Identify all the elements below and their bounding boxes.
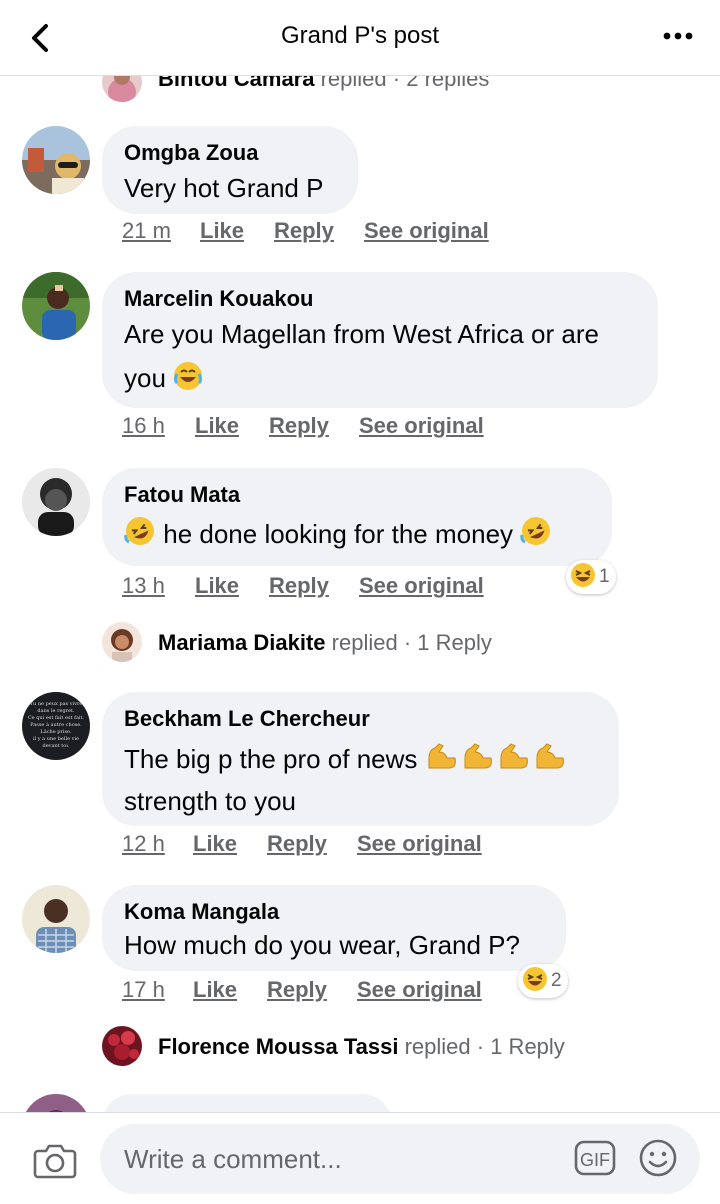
see-original-button[interactable]: See original [357,831,482,857]
commenter-name[interactable]: Marcelin Kouakou [124,286,636,312]
avatar-quote-line: Passe à autre chose. [30,721,82,728]
comment-timestamp[interactable]: 21 m [122,218,171,244]
avatar[interactable] [22,126,90,194]
comment-bubble[interactable]: Marcelin Kouakou Are you Magellan from W… [102,272,658,408]
reaction-badge[interactable]: 2 [518,964,568,998]
comment-bubble[interactable]: Beckham Le Chercheur The big p the pro o… [102,692,619,826]
reaction-badge[interactable]: 1 [566,560,616,594]
avatar-quote-line: Ce qui est fait est fait. [28,715,85,721]
comment-bubble[interactable]: Omgba Zoua Very hot Grand P [102,126,358,214]
reply-button[interactable]: Reply [269,413,329,439]
avatar-quote-line: Tu ne peux pas vivre [30,701,83,707]
like-button[interactable]: Like [195,573,239,599]
comment-timestamp[interactable]: 16 h [122,413,165,439]
see-original-button[interactable]: See original [364,218,489,244]
avatar[interactable] [102,622,142,662]
rolling-on-floor-laughing-icon [124,515,156,558]
comment-text: How much do you wear, Grand P? [124,930,520,960]
camera-icon [32,1144,78,1187]
like-button[interactable]: Like [200,218,244,244]
avatar[interactable] [22,885,90,953]
gif-icon: GIF [574,1140,616,1182]
more-dots-icon [662,32,694,52]
comment-text: The big p the pro of news strength to yo… [124,740,597,820]
avatar-quote-line: dans le regret. [37,708,75,714]
commenter-name[interactable]: Fatou Mata [124,482,590,508]
comment-input-placeholder: Write a comment... [124,1144,342,1174]
avatar[interactable] [22,1094,90,1112]
reply-button[interactable]: Reply [267,831,327,857]
reply-summary[interactable]: Mariama Diakite replied · 1 Reply [158,630,492,656]
comment-text: Are you Magellan from West Africa or are… [124,312,636,404]
page-title: Grand P's post [281,22,439,49]
face-with-tears-of-joy-icon [173,360,203,404]
flexed-biceps-icon [425,740,571,782]
avatar[interactable]: Tu ne peux pas vivre dans le regret. Ce … [22,692,90,760]
see-original-button[interactable]: See original [359,573,484,599]
like-button[interactable]: Like [193,977,237,1003]
commenter-name[interactable]: Omgba Zoua [124,140,336,166]
comment-timestamp[interactable]: 13 h [122,573,165,599]
comment-timestamp[interactable]: 12 h [122,831,165,857]
laughing-reaction-icon [570,562,596,593]
top-bar: Grand P's post [0,0,720,76]
svg-text:GIF: GIF [580,1150,610,1170]
comment-bubble[interactable]: Koma Mangala How much do you wear, Grand… [102,885,566,971]
reaction-count: 2 [551,970,562,991]
comment-bubble[interactable] [102,1094,392,1112]
comment-text: Very hot Grand P [124,173,324,203]
avatar-quote-line: Lâche prise. [40,728,72,735]
reply-summary[interactable]: Florence Moussa Tassi replied · 1 Reply [158,1034,565,1060]
like-button[interactable]: Like [195,413,239,439]
gif-button[interactable]: GIF [574,1138,616,1178]
more-options-button[interactable] [662,24,694,48]
avatar[interactable] [22,468,90,536]
see-original-button[interactable]: See original [359,413,484,439]
comment-bubble[interactable]: Fatou Mata he done looking for the money [102,468,612,566]
rolling-on-floor-laughing-icon [520,515,552,558]
see-original-button[interactable]: See original [357,977,482,1003]
camera-button[interactable] [32,1137,78,1183]
reaction-count: 1 [599,566,610,587]
commenter-name[interactable]: Koma Mangala [124,899,544,925]
like-button[interactable]: Like [193,831,237,857]
avatar-quote-line: il y a une belle vie [33,736,79,742]
smiley-icon [638,1139,678,1182]
comment-timestamp[interactable]: 17 h [122,977,165,1003]
reply-button[interactable]: Reply [274,218,334,244]
comment-text: he done looking for the money [124,514,590,558]
avatar[interactable] [102,1026,142,1066]
laughing-reaction-icon [522,966,548,997]
reply-button[interactable]: Reply [269,573,329,599]
avatar[interactable] [22,272,90,340]
comments-feed: Bintou Camara replied · 2 replies Omgba … [0,0,720,1112]
emoji-button[interactable] [638,1138,678,1178]
avatar-quote-line: devant toi. [43,743,70,749]
commenter-name[interactable]: Beckham Le Chercheur [124,706,597,732]
reply-button[interactable]: Reply [267,977,327,1003]
